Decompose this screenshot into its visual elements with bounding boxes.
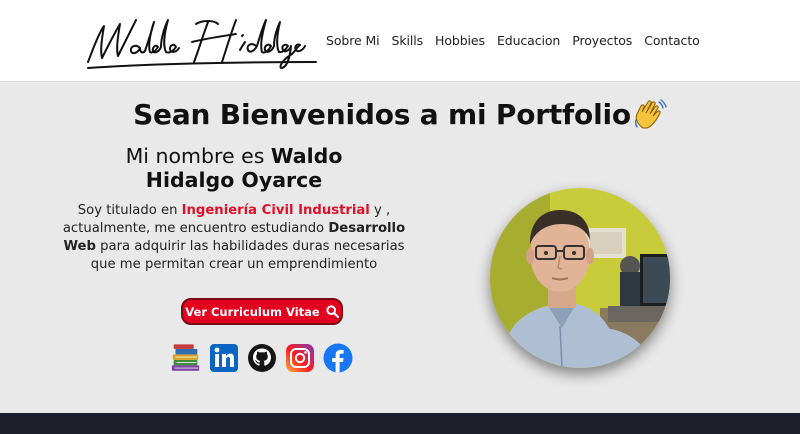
title-text: Sean Bienvenidos a mi Portfolio: [133, 98, 631, 131]
intro-description: Soy titulado en Ingeniería Civil Industr…: [54, 202, 414, 274]
social-links: [170, 342, 353, 373]
waving-hand-icon: [633, 98, 667, 130]
desc-part3: para adquirir las habilidades duras nece…: [90, 239, 405, 272]
search-icon: [326, 305, 339, 318]
cv-button-label: Ver Curriculum Vitae: [185, 304, 320, 319]
desc-highlight: Ingeniería Civil Industrial: [181, 203, 370, 218]
books-icon[interactable]: [170, 342, 201, 373]
site-header: Sobre Mi Skills Hobbies Educacion Proyec…: [0, 0, 800, 82]
linkedin-icon[interactable]: [208, 342, 239, 373]
logo[interactable]: [84, 12, 320, 72]
instagram-icon[interactable]: [284, 342, 315, 373]
cv-button[interactable]: Ver Curriculum Vitae: [181, 298, 343, 325]
nav-sobre-mi[interactable]: Sobre Mi: [326, 33, 380, 48]
signature-logo-icon: [87, 19, 317, 69]
facebook-icon[interactable]: [322, 342, 353, 373]
hero-section: Sean Bienvenidos a mi Portfolio Mi nombr…: [0, 82, 800, 413]
profile-photo: [490, 188, 670, 368]
nav-educacion[interactable]: Educacion: [497, 33, 560, 48]
name-first: Waldo: [270, 144, 343, 168]
name-prefix: Mi nombre es: [125, 144, 271, 168]
page-title: Sean Bienvenidos a mi Portfolio: [0, 98, 800, 131]
nav-contacto[interactable]: Contacto: [644, 33, 700, 48]
nav-hobbies[interactable]: Hobbies: [435, 33, 485, 48]
name-rest: Hidalgo Oyarce: [145, 168, 323, 192]
main-nav: Sobre Mi Skills Hobbies Educacion Proyec…: [326, 33, 700, 48]
nav-proyectos[interactable]: Proyectos: [572, 33, 632, 48]
intro-block: Mi nombre es Waldo Hidalgo Oyarce Soy ti…: [63, 144, 405, 274]
footer-bar: [0, 413, 800, 434]
desc-part1: Soy titulado en: [77, 203, 182, 218]
nav-skills[interactable]: Skills: [392, 33, 424, 48]
name-line: Mi nombre es Waldo: [84, 144, 384, 168]
github-icon[interactable]: [246, 342, 277, 373]
